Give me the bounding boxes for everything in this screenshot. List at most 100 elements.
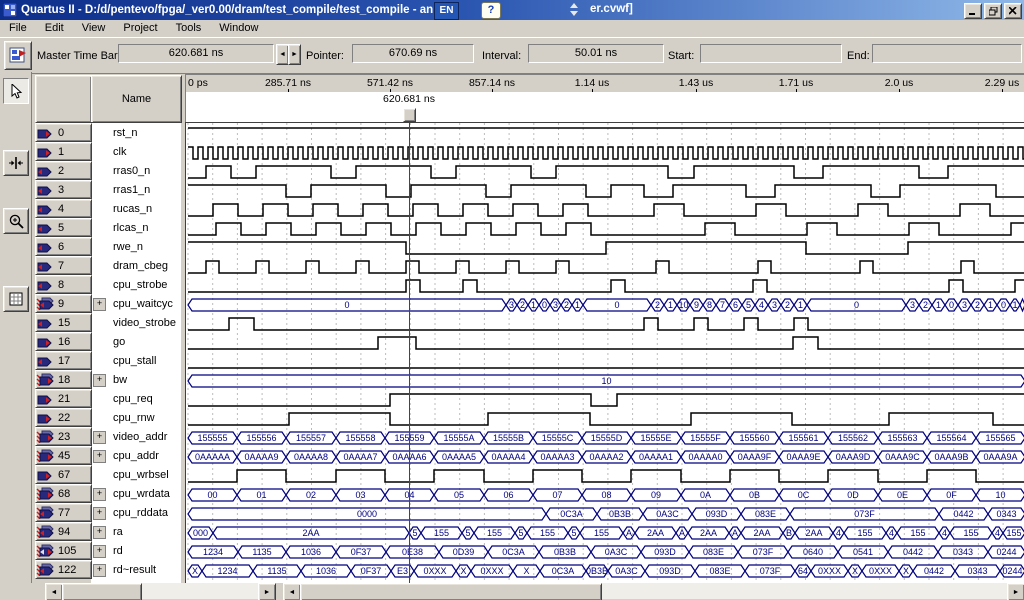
langbar-spin-icon[interactable] [570, 3, 579, 17]
signal-row-clk[interactable]: clk [92, 142, 180, 161]
splitter-tool-button[interactable] [3, 150, 29, 176]
signal-row-dram_cbeg[interactable]: dram_cbeg [92, 256, 180, 275]
expand-plus-icon[interactable]: + [93, 488, 106, 501]
names-hscrollbar[interactable]: ◄ ► [45, 583, 274, 599]
signal-row-rucas_n[interactable]: rucas_n [92, 199, 180, 218]
signal-number-button-rd[interactable]: 105 [35, 541, 92, 560]
svg-text:0: 0 [614, 300, 619, 310]
close-button[interactable] [1004, 3, 1022, 19]
signal-row-cpu_wrdata[interactable]: +cpu_wrdata [92, 484, 180, 503]
signal-row-rd~result[interactable]: +rd~result [92, 560, 180, 579]
signal-number-button-cpu_stall[interactable]: 17 [35, 351, 92, 370]
signal-number-button-cpu_addr[interactable]: 45 [35, 446, 92, 465]
out-pin-icon [36, 563, 55, 576]
expand-plus-icon[interactable]: + [93, 298, 106, 311]
signal-number-button-rst_n[interactable]: 0 [35, 123, 92, 142]
menu-file[interactable]: File [0, 20, 36, 37]
signal-number-button-cpu_req[interactable]: 21 [35, 389, 92, 408]
wave-hscrollbar[interactable]: ◄ ► [283, 583, 1023, 599]
signal-number-button-video_strobe[interactable]: 15 [35, 313, 92, 332]
start-field[interactable] [700, 44, 842, 63]
names-scroll-left-icon[interactable]: ◄ [45, 583, 63, 600]
svg-text:0AAAA3: 0AAAA3 [540, 452, 574, 462]
signal-number-button-ra[interactable]: 94 [35, 522, 92, 541]
expand-plus-icon[interactable]: + [93, 450, 106, 463]
wave-scroll-thumb[interactable] [300, 583, 602, 600]
signal-number-button-video_addr[interactable]: 23 [35, 427, 92, 446]
signal-number-button-cpu_rnw[interactable]: 22 [35, 408, 92, 427]
timeline-ruler[interactable]: 0 ps285.71 ns571.42 ns857.14 ns1.14 us1.… [185, 74, 1024, 94]
signal-row-rd[interactable]: +rd [92, 541, 180, 560]
signal-row-cpu_addr[interactable]: +cpu_addr [92, 446, 180, 465]
signal-number-button-cpu_wrdata[interactable]: 68 [35, 484, 92, 503]
out-pin-icon [36, 164, 55, 177]
master-time-bar-handle[interactable] [403, 108, 416, 122]
svg-text:2: 2 [975, 300, 980, 310]
expand-plus-icon[interactable]: + [93, 564, 106, 577]
signal-number-button-rras1_n[interactable]: 3 [35, 180, 92, 199]
grid-text-tool-button[interactable] [3, 286, 29, 312]
signal-number-button-dram_cbeg[interactable]: 7 [35, 256, 92, 275]
signal-number-button-cpu_rddata[interactable]: 77 [35, 503, 92, 522]
wave-scroll-left-icon[interactable]: ◄ [283, 583, 301, 600]
signal-row-rlcas_n[interactable]: rlcas_n [92, 218, 180, 237]
menu-view[interactable]: View [73, 20, 115, 37]
menu-edit[interactable]: Edit [36, 20, 73, 37]
signal-row-rwe_n[interactable]: rwe_n [92, 237, 180, 256]
name-column-header[interactable]: Name [91, 75, 182, 123]
svg-text:0D: 0D [847, 490, 859, 500]
signal-row-cpu_req[interactable]: cpu_req [92, 389, 180, 408]
expand-plus-icon[interactable]: + [93, 507, 106, 520]
svg-text:0F37: 0F37 [351, 547, 372, 557]
waveform-editor-icon-button[interactable] [4, 41, 32, 70]
signal-number-button-rd~result[interactable]: 122 [35, 560, 92, 579]
master-time-right-button[interactable]: ► [288, 44, 301, 65]
signal-number-button-cpu_waitcyc[interactable]: 9 [35, 294, 92, 313]
selection-tool-button[interactable] [3, 78, 29, 104]
waveform-display-area[interactable]: 0321032102110987654321032103210110155555… [185, 122, 1024, 583]
expand-plus-icon[interactable]: + [93, 431, 106, 444]
names-scroll-right-icon[interactable]: ► [258, 583, 276, 600]
title-bar[interactable]: Quartus II - D:/d/pentevo/fpga/_ver0.00/… [0, 0, 1024, 20]
wave-scroll-right-icon[interactable]: ► [1007, 583, 1024, 600]
signal-number-button-rwe_n[interactable]: 6 [35, 237, 92, 256]
signal-row-go[interactable]: go [92, 332, 180, 351]
signal-row-video_addr[interactable]: +video_addr [92, 427, 180, 446]
signal-row-cpu_wrbsel[interactable]: cpu_wrbsel [92, 465, 180, 484]
signal-row-rras0_n[interactable]: rras0_n [92, 161, 180, 180]
signal-number-button-go[interactable]: 16 [35, 332, 92, 351]
expand-plus-icon[interactable]: + [93, 526, 106, 539]
signal-row-video_strobe[interactable]: video_strobe [92, 313, 180, 332]
signal-number-button-cpu_wrbsel[interactable]: 67 [35, 465, 92, 484]
signal-row-cpu_strobe[interactable]: cpu_strobe [92, 275, 180, 294]
zoom-tool-button[interactable] [3, 208, 29, 234]
signal-row-cpu_waitcyc[interactable]: +cpu_waitcyc [92, 294, 180, 313]
restore-button[interactable] [984, 3, 1002, 19]
signal-number-button-clk[interactable]: 1 [35, 142, 92, 161]
end-field[interactable] [872, 44, 1022, 63]
signal-row-bw[interactable]: +bw [92, 370, 180, 389]
signal-number-button-rucas_n[interactable]: 4 [35, 199, 92, 218]
names-scroll-thumb[interactable] [62, 583, 142, 600]
signal-row-cpu_rnw[interactable]: cpu_rnw [92, 408, 180, 427]
menu-window[interactable]: Window [210, 20, 267, 37]
language-badge[interactable]: EN [434, 2, 459, 20]
expand-plus-icon[interactable]: + [93, 545, 106, 558]
signal-row-rras1_n[interactable]: rras1_n [92, 180, 180, 199]
svg-text:155557: 155557 [296, 433, 326, 443]
signal-number-button-bw[interactable]: 18 [35, 370, 92, 389]
signal-number-button-cpu_strobe[interactable]: 8 [35, 275, 92, 294]
signal-number-button-rras0_n[interactable]: 2 [35, 161, 92, 180]
master-time-bar-field[interactable]: 620.681 ns [118, 44, 274, 63]
signal-number-button-rlcas_n[interactable]: 5 [35, 218, 92, 237]
svg-text:1: 1 [798, 300, 803, 310]
signal-row-cpu_rddata[interactable]: +cpu_rddata [92, 503, 180, 522]
menu-tools[interactable]: Tools [167, 20, 211, 37]
minimize-button[interactable] [964, 3, 982, 19]
signal-row-ra[interactable]: +ra [92, 522, 180, 541]
signal-row-rst_n[interactable]: rst_n [92, 123, 180, 142]
menu-project[interactable]: Project [114, 20, 166, 37]
expand-plus-icon[interactable]: + [93, 374, 106, 387]
signal-row-cpu_stall[interactable]: cpu_stall [92, 351, 180, 370]
help-bubble-icon[interactable]: ? [481, 2, 501, 19]
